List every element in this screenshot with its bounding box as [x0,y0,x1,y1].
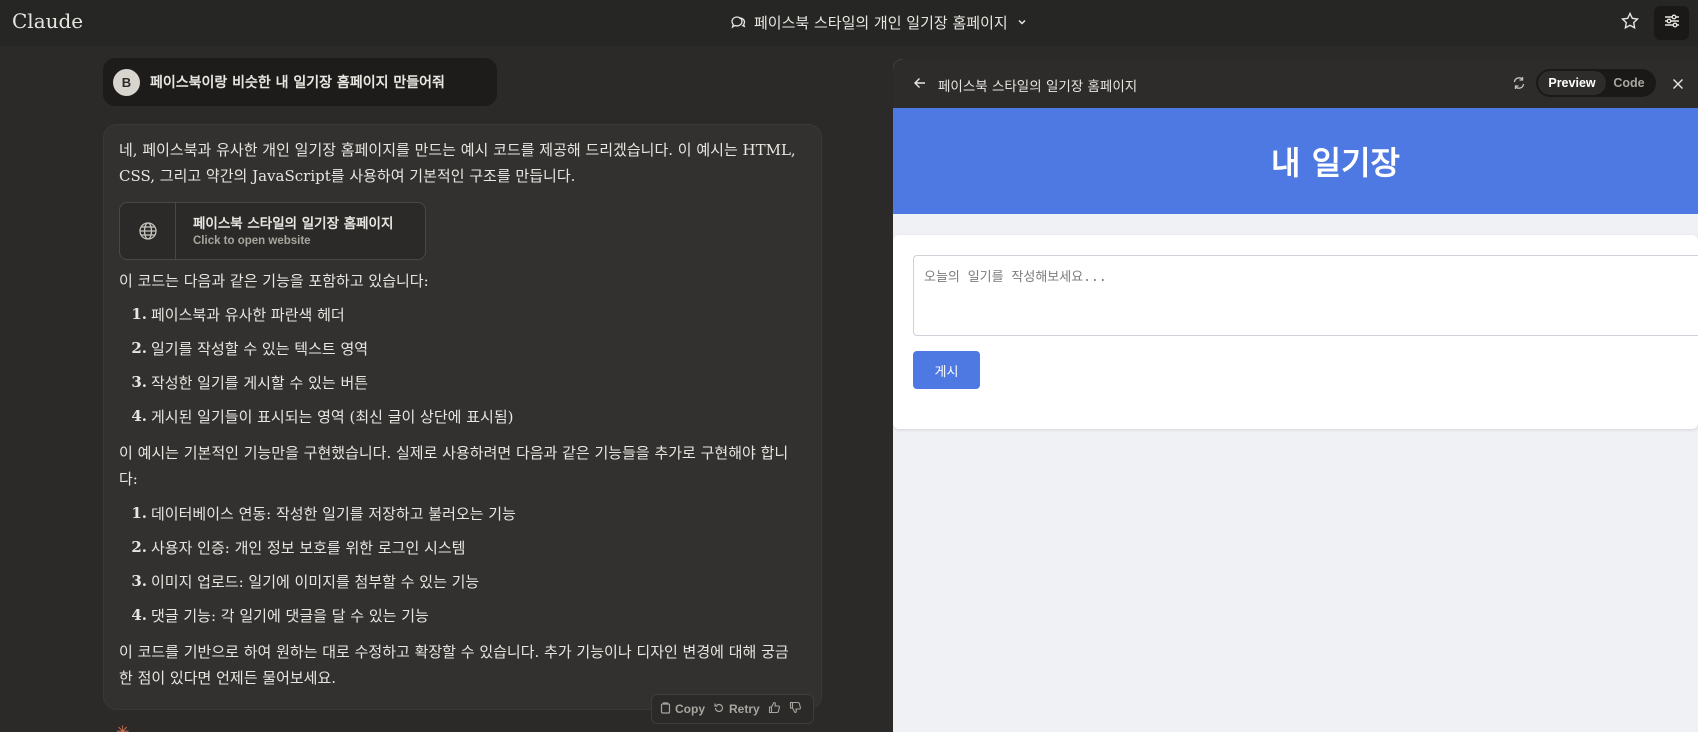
close-button[interactable] [1668,74,1688,94]
thumbs-up-button[interactable] [768,701,781,717]
list-item: 4. 게시된 일기들이 표시되는 영역 (최신 글이 상단에 표시됨) [131,407,514,426]
tab-preview[interactable]: Preview [1538,71,1606,95]
thumbs-down-button[interactable] [789,701,802,717]
assistant-message: 네, 페이스북과 유사한 개인 일기장 홈페이지를 만드는 예시 코드를 제공해… [103,124,822,710]
artifact-card[interactable]: 페이스북 스타일의 일기장 홈페이지 Click to open website [119,202,426,260]
chat-bubble-icon [730,14,746,30]
post-button[interactable]: 게시 [913,351,980,389]
assistant-intro: 네, 페이스북과 유사한 개인 일기장 홈페이지를 만드는 예시 코드를 제공해… [119,141,796,185]
list-item: 3. 이미지 업로드: 일기에 이미지를 첨부할 수 있는 기능 [131,572,480,591]
star-button[interactable] [1617,10,1643,36]
copy-button[interactable]: Copy [660,701,705,717]
arrow-left-icon [913,75,927,94]
conversation-title-button[interactable]: 페이스북 스타일의 개인 일기장 홈페이지 [730,11,1028,33]
preview-code-toggle: Preview Code [1536,69,1656,97]
artifact-panel: 페이스북 스타일의 일기장 홈페이지 Preview Code 내 일기장 게시 [893,59,1698,732]
list-item: 2. 일기를 작성할 수 있는 텍스트 영역 [131,339,369,358]
list-item: 3. 작성한 일기를 게시할 수 있는 버튼 [131,373,369,392]
claude-spark-icon: ✳ [116,722,130,732]
site-header: 내 일기장 [893,108,1698,214]
back-button[interactable] [910,74,930,94]
list-item: 4. 댓글 기능: 각 일기에 댓글을 달 수 있는 기능 [131,606,429,625]
diary-compose-card: 게시 [893,235,1698,429]
artifact-card-subtitle: Click to open website [193,235,311,247]
artifact-panel-title: 페이스북 스타일의 일기장 홈페이지 [938,79,1138,95]
message-actions: Copy Retry [651,694,814,724]
clipboard-icon [660,701,671,717]
features-list: 1. 페이스북과 유사한 파란색 헤더 2. 일기를 작성할 수 있는 텍스트 영역… [119,297,799,433]
list-item: 1. 페이스북과 유사한 파란색 헤더 [131,305,345,324]
sliders-icon [1663,12,1681,34]
thumbs-up-icon [768,701,781,717]
avatar: B [113,68,140,96]
tab-code[interactable]: Code [1606,71,1652,95]
artifact-card-title: 페이스북 스타일의 일기장 홈페이지 [193,216,394,232]
chevron-down-icon [1016,16,1028,28]
todo-list: 1. 데이터베이스 연동: 작성한 일기를 저장하고 불러오는 기능 2. 사용자 … [119,496,799,632]
globe-icon [120,203,176,259]
site-title: 내 일기장 [1271,144,1400,182]
diary-input[interactable] [913,255,1698,336]
user-message: B 페이스북이랑 비슷한 내 일기장 홈페이지 만들어줘 [103,58,497,106]
artifact-panel-header: 페이스북 스타일의 일기장 홈페이지 Preview Code [893,59,1698,108]
list-item: 1. 데이터베이스 연동: 작성한 일기를 저장하고 불러오는 기능 [131,504,516,523]
features-intro: 이 코드는 다음과 같은 기능을 포함하고 있습니다: [119,272,429,290]
star-icon [1620,11,1640,35]
refresh-button[interactable] [1509,74,1529,94]
user-message-text: 페이스북이랑 비슷한 내 일기장 홈페이지 만들어줘 [150,75,445,91]
settings-button[interactable] [1654,6,1689,40]
refresh-icon [1512,75,1526,94]
todo-intro: 이 예시는 기본적인 기능만을 구현했습니다. 실제로 사용하려면 다음과 같은… [119,444,789,488]
top-bar: Claude 페이스북 스타일의 개인 일기장 홈페이지 [0,0,1698,46]
list-item: 2. 사용자 인증: 개인 정보 보호를 위한 로그인 시스템 [131,538,466,557]
retry-icon [713,702,725,717]
conversation-title: 페이스북 스타일의 개인 일기장 홈페이지 [754,13,1008,32]
app-logo[interactable]: Claude [12,9,83,33]
close-icon [1672,75,1684,94]
assistant-outro: 이 코드를 기반으로 하여 원하는 대로 수정하고 확장할 수 있습니다. 추가… [119,643,789,687]
retry-button[interactable]: Retry [713,702,760,717]
thumbs-down-icon [789,701,802,717]
